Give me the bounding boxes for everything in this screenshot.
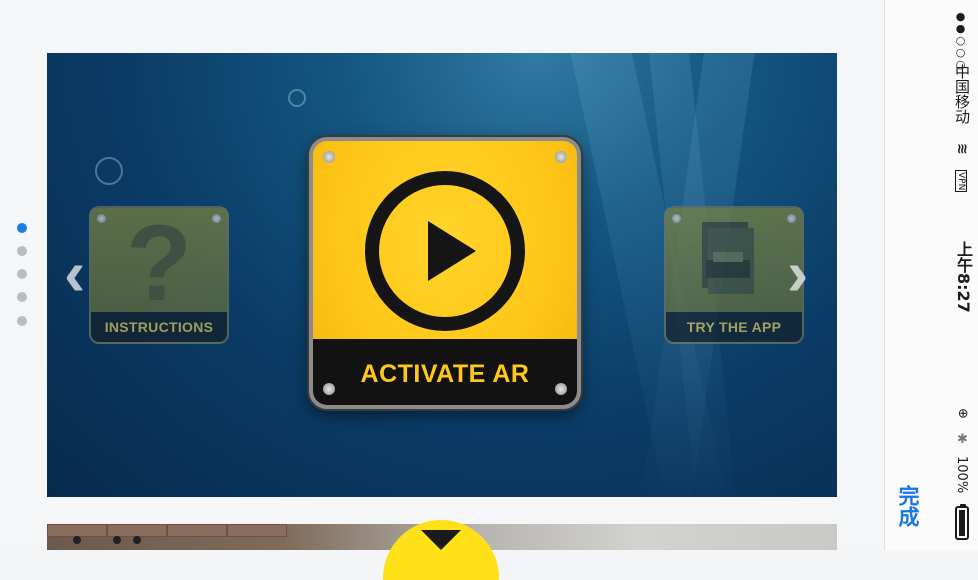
- next-arrow-icon[interactable]: ›: [787, 241, 808, 305]
- printer-icon: [702, 222, 754, 294]
- instructions-label: INSTRUCTIONS: [91, 312, 227, 342]
- page-dot-4[interactable]: [17, 292, 27, 302]
- try-the-app-label: TRY THE APP: [666, 312, 802, 342]
- bluetooth-icon: ✱: [955, 432, 970, 447]
- instructions-tile[interactable]: ? INSTRUCTIONS: [89, 206, 229, 344]
- battery-icon: [955, 504, 969, 540]
- bubble-icon: [95, 157, 123, 185]
- chevron-down-icon: [421, 530, 461, 550]
- battery-percent: 100%: [954, 456, 969, 494]
- screw-icon: [212, 214, 221, 223]
- wifi-icon: ≋: [954, 143, 970, 155]
- prev-arrow-icon[interactable]: ‹: [64, 241, 85, 305]
- ar-banner: ‹ ? INSTRUCTIONS ACTIVATE AR TRY THE APP…: [47, 53, 837, 497]
- done-button[interactable]: 完成: [892, 485, 922, 527]
- page-dot-1[interactable]: [17, 223, 27, 233]
- activate-ar-button[interactable]: ACTIVATE AR: [309, 137, 581, 409]
- play-icon: [428, 221, 476, 281]
- screw-icon: [555, 151, 567, 163]
- question-mark-icon: ?: [126, 206, 192, 323]
- clock-time: 上午8:27: [954, 241, 973, 313]
- activate-ar-label: ACTIVATE AR: [313, 339, 577, 405]
- screw-icon: [323, 151, 335, 163]
- try-the-app-tile[interactable]: TRY THE APP: [664, 206, 804, 344]
- screw-icon: [787, 214, 796, 223]
- rotation-lock-icon: ⊕: [955, 408, 970, 419]
- page-dot-5[interactable]: [17, 316, 27, 326]
- page-dot-3[interactable]: [17, 269, 27, 279]
- vpn-badge: VPN: [955, 170, 967, 193]
- screw-icon: [323, 383, 335, 395]
- screw-icon: [97, 214, 106, 223]
- signal-strength-icon: ●●○○○: [954, 10, 967, 70]
- carrier-label: 中国移动: [953, 64, 971, 124]
- bubble-icon: [288, 89, 306, 107]
- screw-icon: [555, 383, 567, 395]
- screw-icon: [672, 214, 681, 223]
- page-dot-2[interactable]: [17, 246, 27, 256]
